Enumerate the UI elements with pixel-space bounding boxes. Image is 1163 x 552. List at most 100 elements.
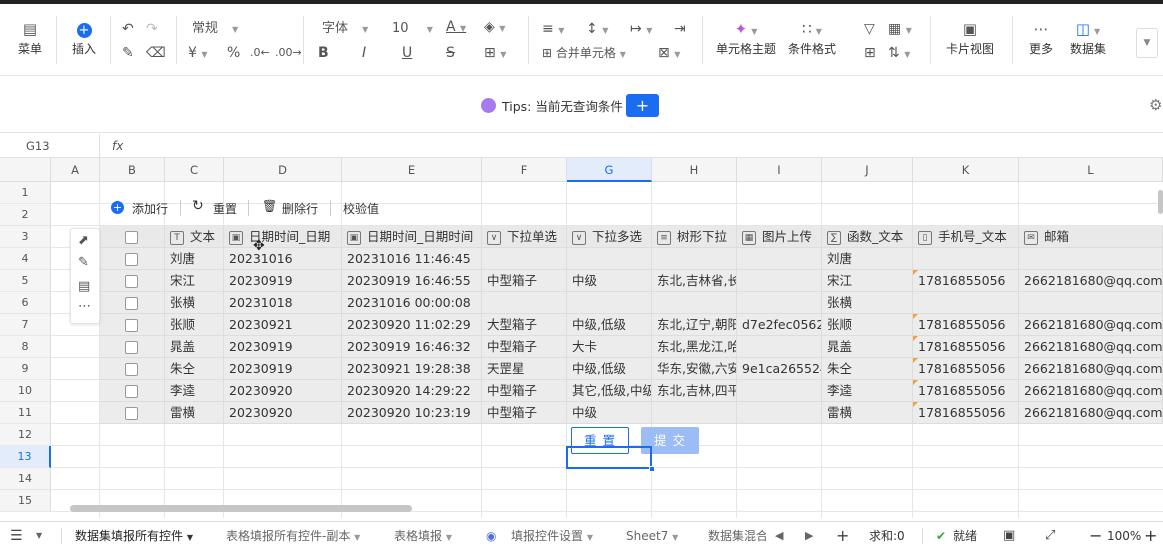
chart-icon[interactable]: ▦ ▼	[888, 20, 912, 40]
column-header[interactable]: E	[342, 158, 482, 182]
table-cell[interactable]: 17816855056	[913, 314, 1019, 336]
undo-icon[interactable]: ↶	[122, 20, 134, 38]
table-cell[interactable]: 20230921	[224, 314, 342, 336]
table-cell[interactable]: 张横	[165, 292, 224, 314]
vertical-scrollbar[interactable]	[1158, 190, 1163, 214]
table-cell[interactable]: 其它,低级,中级	[567, 380, 652, 402]
menu-button[interactable]: ▤ 菜单	[10, 18, 50, 57]
pen-icon[interactable]: ✎	[78, 255, 89, 270]
table-cell[interactable]	[482, 248, 567, 270]
table-cell[interactable]: 东北,吉林,四平	[652, 380, 737, 402]
table-cell[interactable]: 20231016 00:00:08	[342, 292, 482, 314]
table-cell[interactable]	[567, 248, 652, 270]
format-painter-icon[interactable]: ✎	[122, 44, 134, 62]
more-button[interactable]: ⋯ 更多	[1024, 18, 1058, 57]
percent-icon[interactable]: %	[227, 44, 240, 62]
border-icon[interactable]: ⊞ ▼	[484, 44, 506, 64]
delete-row-button[interactable]: 删除行	[282, 200, 318, 217]
redo-icon[interactable]: ↷	[146, 20, 158, 38]
table-cell[interactable]: 东北,辽宁,朝阳	[652, 314, 737, 336]
horizontal-scrollbar[interactable]	[70, 505, 412, 512]
add-sheet-icon[interactable]: +	[836, 522, 849, 550]
table-cell[interactable]: 20230920 14:29:22	[342, 380, 482, 402]
table-cell[interactable]: 中级,低级	[567, 314, 652, 336]
table-cell[interactable]: 20230920	[224, 402, 342, 424]
checkbox[interactable]	[125, 297, 138, 310]
table-cell[interactable]: 张顺	[822, 314, 913, 336]
table-cell[interactable]	[482, 292, 567, 314]
table-cell[interactable]: 17816855056	[913, 336, 1019, 358]
add-query-button[interactable]: +	[626, 94, 659, 117]
table-cell[interactable]: 2662181680@qq.com	[1019, 336, 1163, 358]
font-color-icon[interactable]: A ▼	[446, 18, 466, 38]
table-cell[interactable]: 20230921 19:28:38	[342, 358, 482, 380]
page-view-icon[interactable]: ▣	[1003, 522, 1015, 550]
column-header[interactable]: K	[913, 158, 1019, 182]
sort-icon[interactable]: ⇅ ▼	[888, 44, 910, 64]
table-cell[interactable]: 中型箱子	[482, 270, 567, 292]
checkbox[interactable]	[125, 385, 138, 398]
next-sheet-icon[interactable]: ▶	[805, 522, 813, 550]
table-cell[interactable]: 20230920 11:02:29	[342, 314, 482, 336]
row-header[interactable]: 5	[0, 270, 51, 292]
table-cell[interactable]	[737, 402, 822, 424]
table-cell[interactable]: 20231018	[224, 292, 342, 314]
table-cell[interactable]: 20230919	[224, 336, 342, 358]
table-cell[interactable]	[913, 248, 1019, 270]
sheet-tab[interactable]: 填报控件设置 ▼	[511, 522, 593, 550]
table-cell[interactable]: 20230919	[224, 270, 342, 292]
table-cell[interactable]	[737, 380, 822, 402]
table-cell[interactable]	[652, 402, 737, 424]
table-cell[interactable]: 晁盖	[822, 336, 913, 358]
table-cell[interactable]: 刘唐	[165, 248, 224, 270]
table-cell[interactable]: 中级	[567, 402, 652, 424]
gear-icon[interactable]: ⚙	[1149, 96, 1162, 114]
font-size-select[interactable]: 10 ▼	[392, 20, 433, 39]
sheet-list-arrow[interactable]: ▼	[36, 522, 42, 550]
table-cell[interactable]: 9e1ca2655248	[737, 358, 822, 380]
zoom-in-icon[interactable]: +	[1144, 522, 1157, 550]
table-cell[interactable]	[737, 270, 822, 292]
italic-icon[interactable]: I	[362, 44, 366, 62]
zoom-out-icon[interactable]: −	[1089, 522, 1102, 550]
table-cell[interactable]: 东北,黑龙江,哈尔滨	[652, 336, 737, 358]
card-view-button[interactable]: ▣ 卡片视图	[940, 18, 1000, 57]
align-left-icon[interactable]: ≡ ▼	[542, 20, 564, 40]
add-row-button[interactable]: 添加行	[132, 200, 168, 217]
decrease-decimal-icon[interactable]: .0←	[250, 44, 270, 62]
eraser-icon[interactable]: ⌫	[146, 44, 166, 62]
strikethrough-icon[interactable]: S	[446, 44, 455, 62]
sheet-tab[interactable]: 表格填报 ▼	[394, 522, 452, 550]
table-cell[interactable]: 李逵	[165, 380, 224, 402]
select-all-corner[interactable]	[0, 158, 51, 182]
table-cell[interactable]: 天罡星	[482, 358, 567, 380]
checkbox[interactable]	[125, 319, 138, 332]
table-cell[interactable]: 中型箱子	[482, 336, 567, 358]
merge-cells-button[interactable]: ⊞ 合并单元格 ▼	[542, 44, 626, 64]
table-cell[interactable]: 20230920 10:23:19	[342, 402, 482, 424]
table-cell[interactable]: 宋江	[165, 270, 224, 292]
table-cell[interactable]: 刘唐	[822, 248, 913, 270]
bold-icon[interactable]: B	[318, 44, 329, 62]
validate-button[interactable]: 校验值	[343, 200, 379, 217]
text-direction-icon[interactable]: ↦ ▼	[630, 20, 652, 40]
collapse-toolbar-button[interactable]: ▼	[1136, 28, 1158, 58]
column-header[interactable]: B	[100, 158, 165, 182]
currency-icon[interactable]: ¥ ▼	[188, 44, 208, 64]
font-family-select[interactable]: 字体 ▼	[322, 20, 368, 39]
table-cell[interactable]	[567, 292, 652, 314]
row-header[interactable]: 8	[0, 336, 51, 358]
table-cell[interactable]: 东北,吉林省,长春市	[652, 270, 737, 292]
table-cell[interactable]: 17816855056	[913, 402, 1019, 424]
table-cell[interactable]	[1019, 292, 1163, 314]
table-cell[interactable]: 大卡	[567, 336, 652, 358]
fill-color-icon[interactable]: ◈ ▼	[484, 18, 505, 38]
freeze-icon[interactable]: ⊞	[864, 44, 876, 62]
table-cell[interactable]: 宋江	[822, 270, 913, 292]
sheet-tab[interactable]: 数据集混合	[708, 522, 766, 550]
row-header[interactable]: 11	[0, 402, 51, 424]
underline-icon[interactable]: U	[402, 44, 412, 62]
row-header[interactable]: 12	[0, 424, 51, 446]
table-cell[interactable]: 2662181680@qq.com	[1019, 380, 1163, 402]
table-cell[interactable]	[737, 336, 822, 358]
